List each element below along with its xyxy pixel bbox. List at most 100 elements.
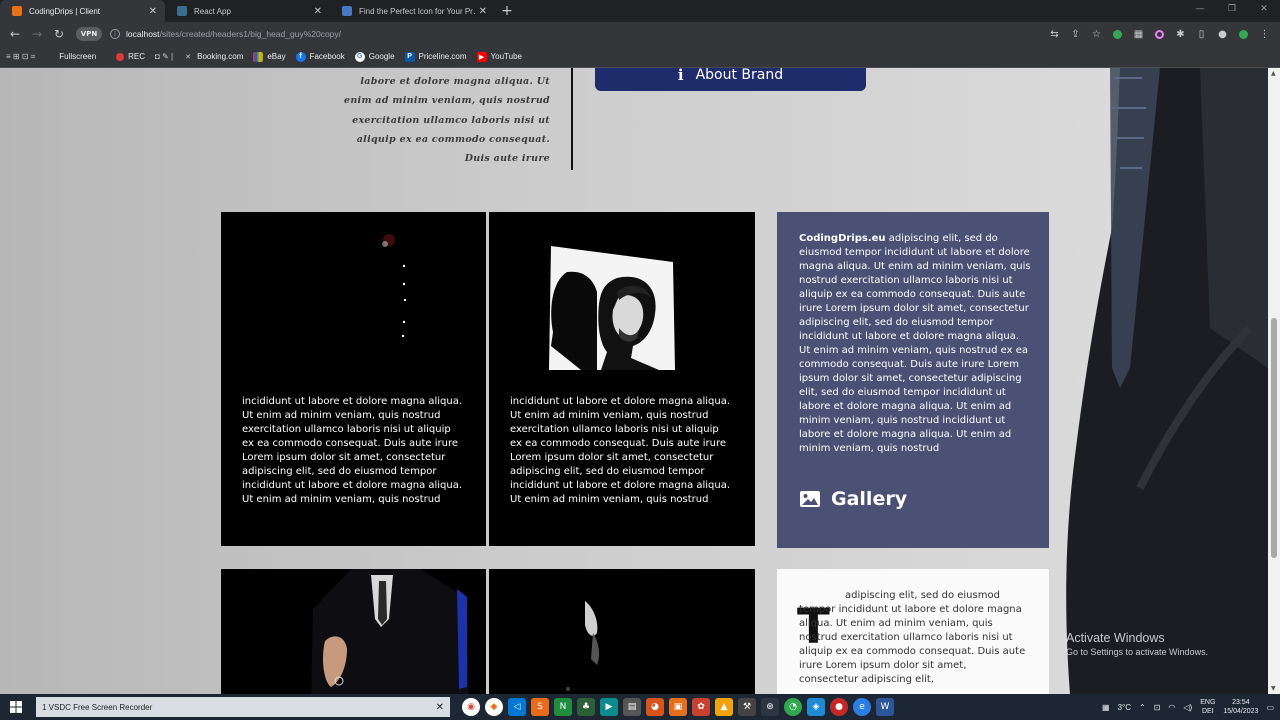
clock[interactable]: 23:54 15/04/2023	[1223, 698, 1258, 716]
edge-green-icon[interactable]: ◔	[784, 698, 802, 716]
image-card: incididunt ut labore et dolore magna ali…	[221, 212, 486, 546]
side-panel-icon[interactable]: ▯	[1194, 27, 1209, 42]
sublime-icon[interactable]: S	[531, 698, 549, 716]
word-icon[interactable]: W	[876, 698, 894, 716]
notifications-icon[interactable]: ▭	[1266, 703, 1274, 712]
tree-app-icon[interactable]: ♣	[577, 698, 595, 716]
gallery-label: Gallery	[831, 488, 908, 510]
codingdrips-favicon-icon	[12, 6, 22, 16]
active-app-icon[interactable]: ◈	[807, 698, 825, 716]
bookmark-label: Google	[368, 52, 395, 61]
vpn-badge[interactable]: VPN	[76, 27, 102, 41]
firefox-icon[interactable]: ◕	[646, 698, 664, 716]
recorder-close-icon[interactable]: ✕	[436, 702, 444, 713]
info-icon: i	[677, 68, 684, 84]
bookmark-priceline[interactable]: P Priceline.com	[404, 51, 467, 62]
brave-browser-icon[interactable]: ◆	[485, 698, 503, 716]
minimize-icon[interactable]: —	[1184, 0, 1216, 22]
brand-info-text: CodingDrips.eu adipiscing elit, sed do e…	[799, 232, 1031, 456]
brand-description: adipiscing elit, sed do eiusmod tempor i…	[799, 233, 1031, 454]
tab-codingdrips-client[interactable]: CodingDrips | Client ✕	[0, 0, 165, 22]
weather-icon[interactable]: ▦	[1102, 703, 1110, 712]
tab-react-app[interactable]: React App ✕	[165, 0, 330, 22]
tray-chevron-icon[interactable]: ⌃	[1139, 703, 1146, 712]
windows-start-icon[interactable]	[0, 701, 32, 713]
steam-icon[interactable]: ⊛	[761, 698, 779, 716]
bookmark-facebook[interactable]: f Facebook	[295, 51, 345, 62]
watermark-title: Activate Windows	[1066, 631, 1165, 645]
toolbar-mini-icons: ≡ ⊞ ⊡ ⌗	[6, 51, 36, 61]
photo-app-icon[interactable]: ✿	[692, 698, 710, 716]
lang-bottom: DEI	[1201, 708, 1214, 715]
temperature[interactable]: 3°C	[1118, 703, 1131, 712]
bookmark-star-icon[interactable]: ☆	[1089, 27, 1104, 42]
bookmark-google[interactable]: G Google	[354, 51, 395, 62]
browser-tab-bar: CodingDrips | Client ✕ React App ✕ Find …	[0, 0, 1280, 22]
bookmark-youtube[interactable]: ▶ YouTube	[476, 51, 522, 62]
language-indicator[interactable]: ENG DEI	[1200, 698, 1215, 716]
url-field[interactable]: localhost/sites/created/headers1/big_hea…	[126, 29, 341, 39]
back-arrow-icon[interactable]: ←	[4, 27, 26, 41]
bookmark-fullscreen[interactable]: Fullscreen	[59, 52, 96, 61]
wifi-icon[interactable]: ◠	[1168, 703, 1175, 712]
image-card	[489, 569, 755, 694]
archive-app-icon[interactable]: ▣	[669, 698, 687, 716]
screen-recorder-taskbar-item[interactable]: 1 VSDC Free Screen Recorder ✕	[36, 697, 450, 717]
gallery-link[interactable]: Gallery	[799, 488, 907, 510]
edge-icon[interactable]: e	[853, 698, 871, 716]
address-bar-row: ← → ↻ VPN i localhost/sites/created/head…	[0, 22, 1280, 46]
scroll-down-icon[interactable]: ▼	[1271, 685, 1276, 692]
chrome-icon[interactable]: ◉	[462, 698, 480, 716]
notepad-plus-icon[interactable]: N	[554, 698, 572, 716]
share-icon[interactable]: ⇪	[1068, 27, 1083, 42]
profile-icon[interactable]: ●	[1215, 27, 1230, 42]
tab-close-icon[interactable]: ✕	[479, 6, 487, 17]
recorder-tools-icons[interactable]: ◘ ✎ |	[155, 52, 173, 61]
tab-close-icon[interactable]: ✕	[149, 6, 157, 17]
translate-icon[interactable]: ⇆	[1047, 27, 1062, 42]
bookmark-booking[interactable]: ✕ Booking.com	[183, 52, 243, 62]
volume-icon[interactable]: ◁)	[1183, 703, 1192, 712]
script-line: exercitation ullamco laboris nisi ut	[352, 114, 550, 126]
tool-app-icon[interactable]: ⚒	[738, 698, 756, 716]
brand-info-card: CodingDrips.eu adipiscing elit, sed do e…	[777, 212, 1049, 548]
dropcap-text-card: T adipiscing elit, sed do eiusmod tempor…	[777, 569, 1049, 694]
restore-icon[interactable]: ❐	[1216, 0, 1248, 22]
bookmarks-bar: ≡ ⊞ ⊡ ⌗ Fullscreen REC ◘ ✎ | ✕ Booking.c…	[0, 46, 1280, 68]
file-explorer-icon[interactable]: ▤	[623, 698, 641, 716]
clock-time: 23:54	[1232, 699, 1250, 706]
scroll-up-icon[interactable]: ▲	[1271, 70, 1276, 77]
new-tab-button[interactable]: +	[495, 0, 519, 22]
page-scrollbar[interactable]: ▲ ▼	[1268, 68, 1280, 694]
url-host: localhost	[126, 29, 160, 39]
window-close-icon[interactable]: ✕	[1248, 0, 1280, 22]
vlc-icon[interactable]: ▲	[715, 698, 733, 716]
vscode-icon[interactable]: ◁	[508, 698, 526, 716]
reload-icon[interactable]: ↻	[48, 27, 70, 41]
google-icon: G	[354, 51, 365, 62]
image-card: incididunt ut labore et dolore magna ali…	[489, 212, 755, 546]
network-icon[interactable]: ⊡	[1154, 703, 1161, 712]
record-stop-icon[interactable]: ●	[830, 698, 848, 716]
facebook-icon: f	[295, 51, 306, 62]
tab-close-icon[interactable]: ✕	[314, 6, 322, 17]
bookmark-ebay[interactable]: eBay	[253, 51, 286, 62]
extension-check-icon[interactable]	[1236, 27, 1251, 42]
bookmark-rec[interactable]: REC	[116, 52, 145, 61]
scroll-thumb[interactable]	[1271, 318, 1277, 558]
extension-green-icon[interactable]	[1110, 27, 1125, 42]
site-info-icon[interactable]: i	[110, 29, 120, 39]
bookmark-label: Booking.com	[197, 52, 244, 61]
tab-find-icon[interactable]: Find the Perfect Icon for Your Pr… ✕	[330, 0, 495, 22]
extensions-puzzle-icon[interactable]: ✱	[1173, 27, 1188, 42]
about-brand-button[interactable]: i About Brand	[595, 68, 866, 91]
extension-grid-icon[interactable]: ▦	[1131, 27, 1146, 42]
window-controls: — ❐ ✕	[1184, 0, 1280, 22]
extension-ring-icon[interactable]	[1152, 27, 1167, 42]
forward-arrow-icon[interactable]: →	[26, 27, 48, 41]
dark-hand-image	[566, 601, 600, 691]
terminal-icon[interactable]: ▶	[600, 698, 618, 716]
menu-kebab-icon[interactable]: ⋮	[1257, 27, 1272, 42]
vertical-divider	[571, 68, 573, 170]
tab-title: Find the Perfect Icon for Your Pr…	[359, 6, 475, 16]
